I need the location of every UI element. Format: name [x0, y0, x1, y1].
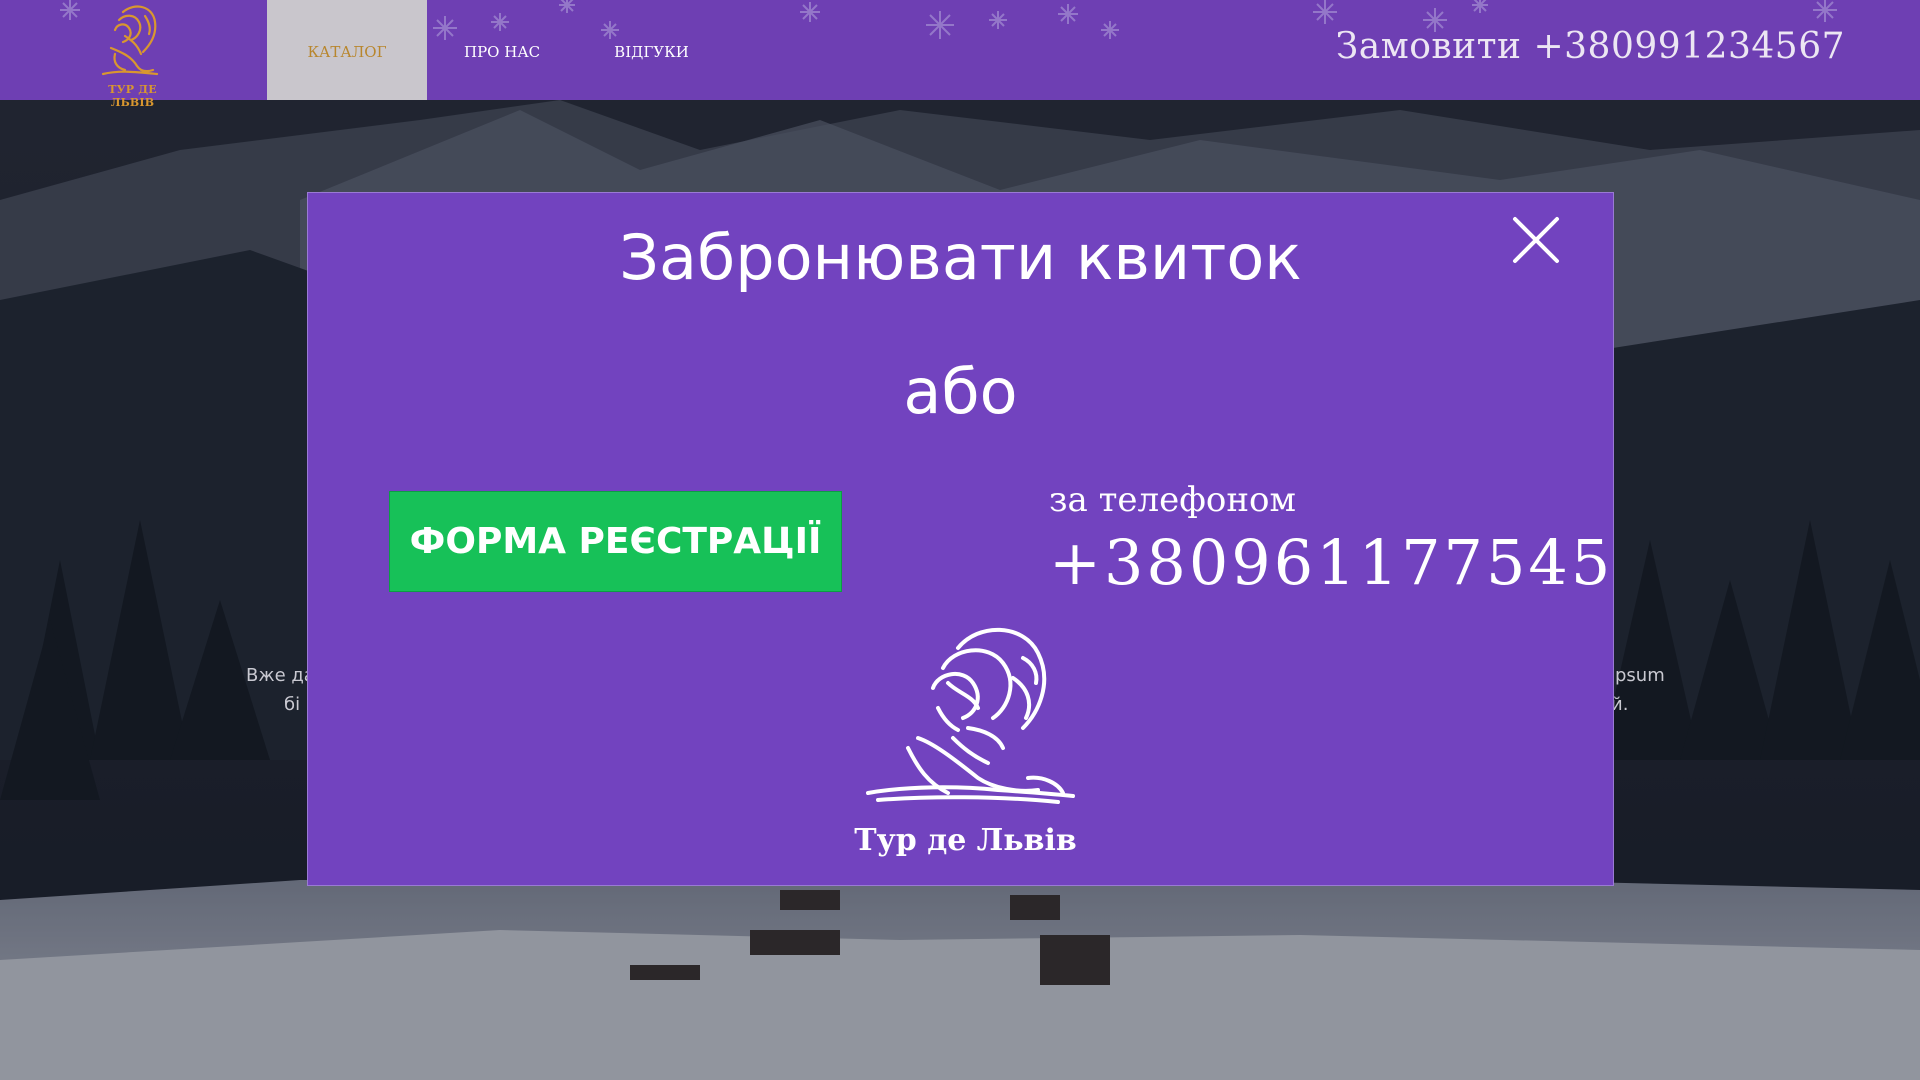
close-icon [1513, 217, 1559, 263]
booking-phone-number[interactable]: +380961177545 [1049, 526, 1613, 599]
site-header: ТУР ДЕ ЛЬВІВ КАТАЛОГ ПРО НАС ВІДГУКИ Зам… [0, 0, 1920, 109]
header-order-phone[interactable]: Замовити +380991234567 [1336, 26, 1845, 67]
registration-form-button[interactable]: ФОРМА РЕЄСТРАЦІЇ [389, 491, 842, 592]
modal-logo-text: Тур де Львів [854, 823, 1077, 858]
background-text-left-2: бі [284, 694, 301, 715]
nav-item-about[interactable]: ПРО НАС [427, 0, 577, 100]
nav-item-catalog[interactable]: КАТАЛОГ [267, 0, 427, 100]
close-button[interactable] [1511, 215, 1561, 265]
background-text-left-1: Вже да [246, 665, 315, 686]
booking-modal: Забронювати квиток або ФОРМА РЕЄСТРАЦІЇ … [307, 192, 1614, 886]
main-nav: КАТАЛОГ ПРО НАС ВІДГУКИ [267, 0, 726, 100]
lion-logo-icon [101, 5, 159, 76]
modal-title: Забронювати квиток [619, 221, 1302, 294]
lion-logo-icon [838, 618, 1088, 818]
modal-or-label: або [903, 355, 1018, 428]
background-text-right-1: psum [1615, 665, 1665, 686]
nav-item-reviews[interactable]: ВІДГУКИ [577, 0, 726, 100]
site-logo[interactable]: ТУР ДЕ ЛЬВІВ [85, 0, 180, 109]
logo-text: ТУР ДЕ ЛЬВІВ [108, 83, 157, 109]
phone-caption: за телефоном [1049, 480, 1296, 520]
